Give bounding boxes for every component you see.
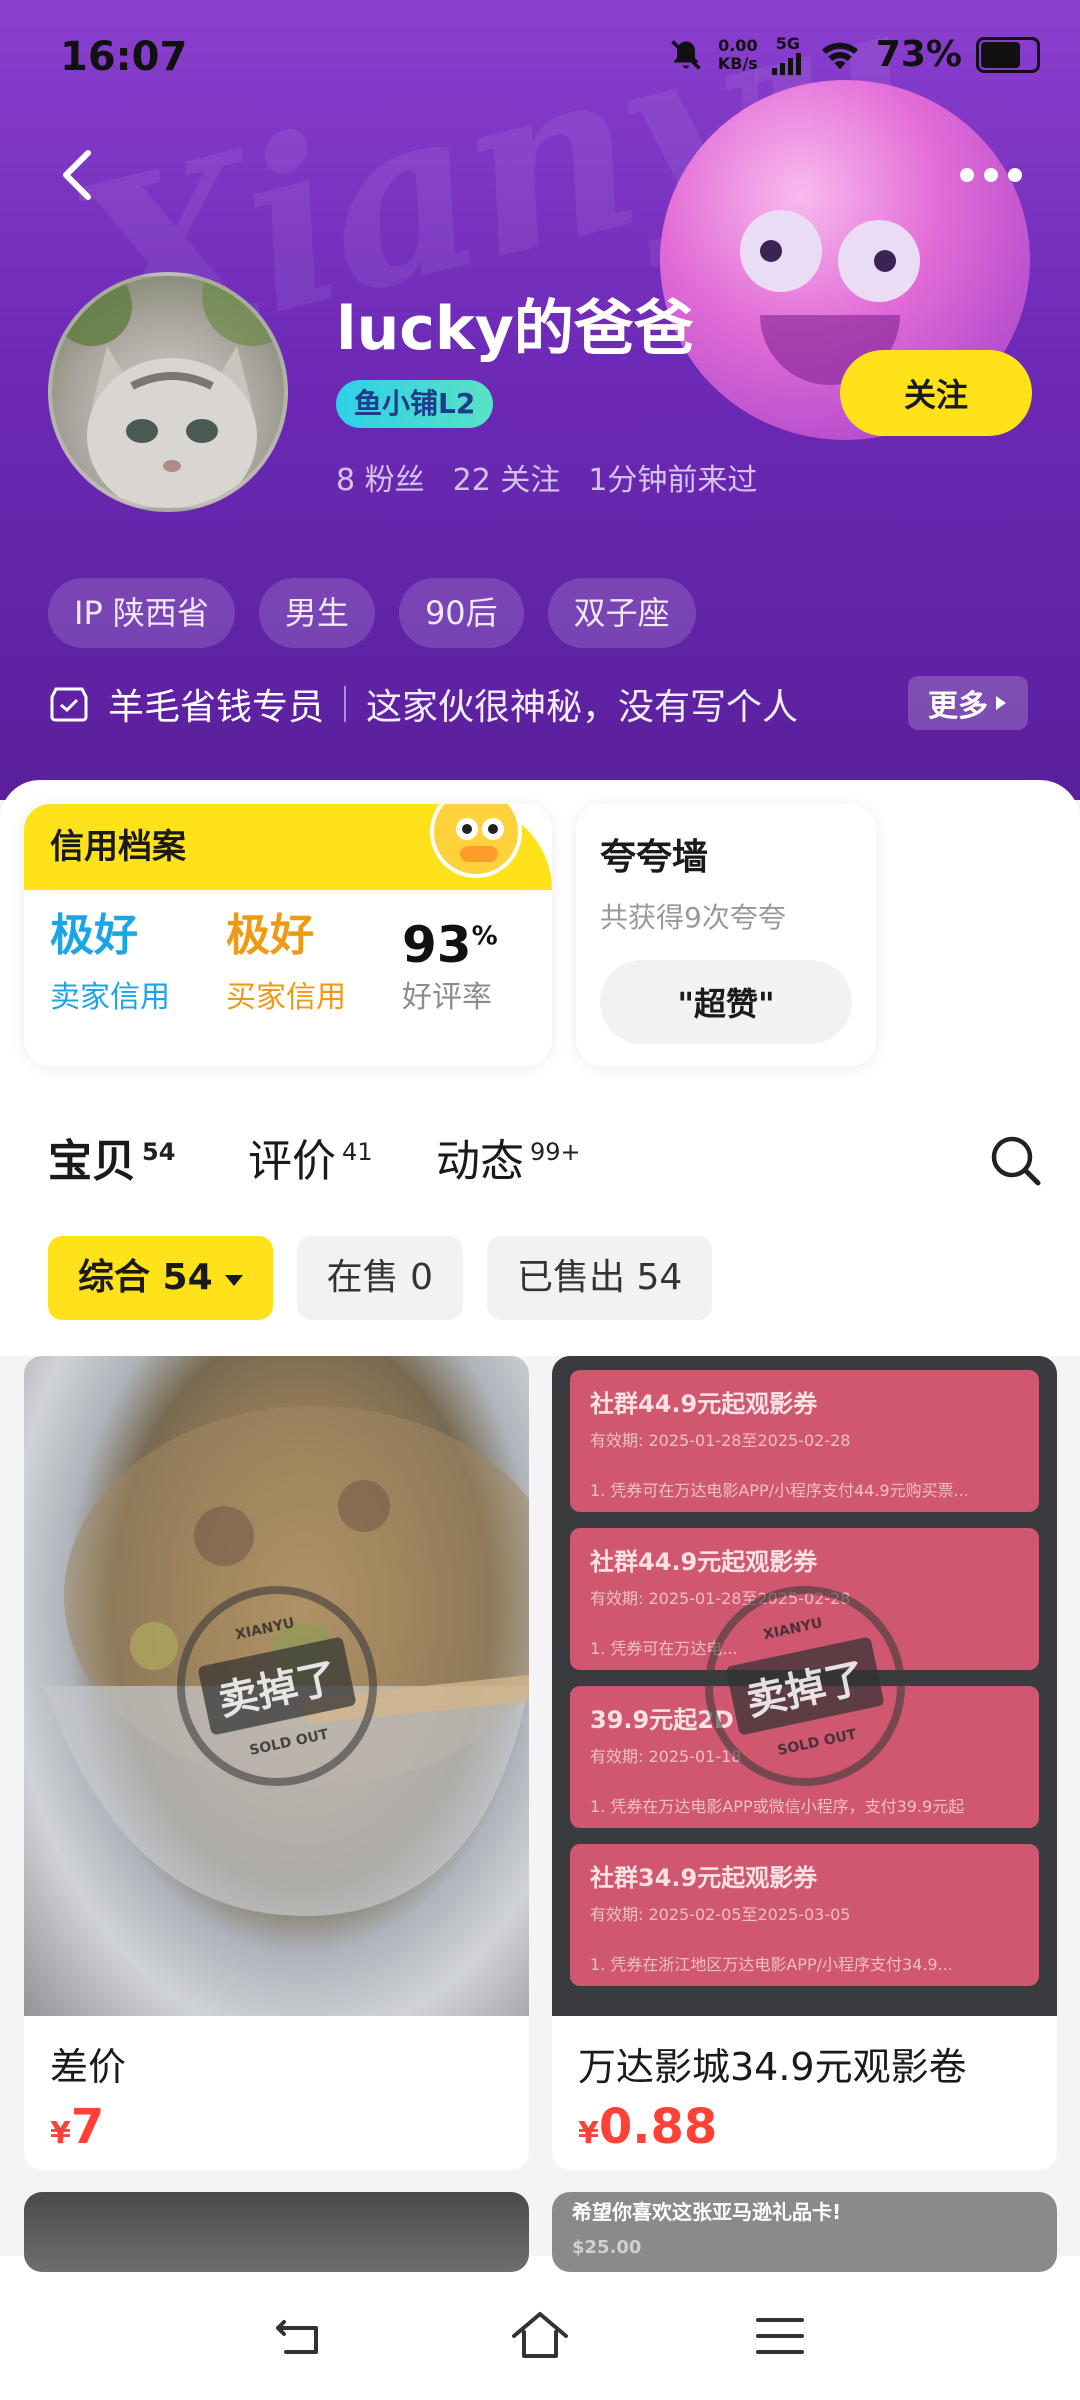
- listing-card[interactable]: XIANYU 卖掉了 SOLD OUT 差价 ¥7: [24, 1356, 529, 2170]
- shop-level-badge[interactable]: 鱼小铺L2: [336, 380, 494, 428]
- search-icon[interactable]: [988, 1133, 1044, 1189]
- listing-grid: XIANYU 卖掉了 SOLD OUT 差价 ¥7 社群44.9元起观影券 有效…: [0, 1356, 1080, 2272]
- signal-icon: [771, 53, 801, 75]
- mascot-eye-right: [838, 220, 920, 302]
- tab-activity[interactable]: 动态 99+: [436, 1125, 581, 1189]
- bio-text: 这家伙很神秘，没有写个人: [366, 687, 799, 728]
- listing-image: [24, 2192, 529, 2272]
- bio-more-button[interactable]: 更多: [908, 676, 1028, 730]
- following-count[interactable]: 22 关注: [453, 455, 561, 499]
- listing-card[interactable]: [24, 2192, 529, 2272]
- listing-title: 万达影城34.9元观影卷: [578, 2045, 967, 2089]
- kudos-chip: "超赞": [600, 960, 852, 1044]
- last-seen: 1分钟前来过: [588, 463, 758, 498]
- wifi-icon: [821, 42, 858, 69]
- user-name: lucky的爸爸: [336, 294, 694, 364]
- battery-icon: [976, 36, 1040, 73]
- back-arrow-icon[interactable]: [52, 145, 112, 205]
- divider: [344, 686, 347, 722]
- listing-image: 希望你喜欢这张亚马逊礼品卡! $25.00: [552, 2192, 1057, 2272]
- nav-home-icon[interactable]: [510, 2306, 570, 2366]
- mute-bell-icon: [671, 39, 701, 70]
- listing-title: 差价: [50, 2045, 127, 2089]
- tag-age: 90后: [398, 578, 524, 648]
- listing-card[interactable]: 希望你喜欢这张亚马逊礼品卡! $25.00: [552, 2192, 1057, 2272]
- kudos-subtitle: 共获得9次夸夸: [600, 901, 786, 934]
- user-title: 羊毛省钱专员: [108, 687, 325, 728]
- bio-row: 羊毛省钱专员 这家伙很神秘，没有写个人 更多: [48, 676, 1028, 732]
- nav-back-icon[interactable]: [270, 2306, 330, 2366]
- buyer-credit: 极好 买家信用: [226, 910, 346, 1015]
- kudos-title: 夸夸墙: [600, 837, 709, 878]
- tab-reviews[interactable]: 评价 41: [248, 1125, 373, 1189]
- cat-avatar-image: [52, 276, 284, 508]
- profile-stats: 8 粉丝 22 关注 1分钟前来过: [336, 455, 757, 499]
- network-type: 5G: [775, 34, 800, 53]
- kudos-wall-card[interactable]: 夸夸墙 共获得9次夸夸 "超赞": [576, 804, 876, 1066]
- tab-bar: 宝贝 54 评价 41 动态 99+: [48, 1125, 1048, 1205]
- credit-card[interactable]: 信用档案 极好 卖家信用 极好 买家信用 93% 好评率: [24, 804, 552, 1066]
- content-panel: 信用档案 极好 卖家信用 极好 买家信用 93% 好评率 夸夸墙 共获得9次夸夸…: [0, 780, 1080, 2272]
- listing-image: XIANYU 卖掉了 SOLD OUT: [24, 1356, 529, 2016]
- tag-ip: IP 陕西省: [48, 578, 235, 648]
- rating: 93% 好评率: [402, 915, 498, 1015]
- profile-tags: IP 陕西省 男生 90后 双子座: [48, 578, 696, 648]
- filter-row: 综合 54 在售 0 已售出 54: [48, 1236, 713, 1320]
- filter-sold[interactable]: 已售出 54: [487, 1236, 713, 1320]
- listing-price: ¥0.88: [578, 2099, 718, 2155]
- status-bar: 16:07 0.00 KB/s 5G 73%: [0, 0, 1080, 110]
- listing-card[interactable]: 社群44.9元起观影券 有效期: 2025-01-28至2025-02-28 1…: [552, 1356, 1057, 2170]
- mascot-eye-left: [740, 210, 822, 292]
- badge-shield-icon: [50, 687, 88, 722]
- system-nav-bar: [0, 2272, 1080, 2400]
- follow-button[interactable]: 关注: [840, 350, 1032, 436]
- triangle-right-icon: [996, 696, 1006, 710]
- tag-zodiac: 双子座: [547, 578, 696, 648]
- tag-gender: 男生: [258, 578, 375, 648]
- net-speed: 0.00 KB/s: [717, 35, 758, 73]
- filter-on-sale[interactable]: 在售 0: [296, 1236, 463, 1320]
- nav-menu-icon[interactable]: [750, 2306, 810, 2366]
- fans-count[interactable]: 8 粉丝: [336, 455, 425, 499]
- listing-price: ¥7: [50, 2099, 105, 2155]
- filter-all[interactable]: 综合 54: [48, 1236, 273, 1320]
- profile-header: Xianyu 16:07 0.00 KB/s 5G 73% lucky的爸爸 鱼…: [0, 0, 1080, 800]
- seller-credit: 极好 卖家信用: [50, 910, 170, 1015]
- avatar[interactable]: [48, 272, 288, 512]
- status-time: 16:07: [60, 34, 188, 80]
- listing-image: 社群44.9元起观影券 有效期: 2025-01-28至2025-02-28 1…: [552, 1356, 1057, 2016]
- dropdown-caret-icon: [224, 1274, 243, 1286]
- more-options-icon[interactable]: [960, 160, 1030, 190]
- tab-items[interactable]: 宝贝 54: [48, 1125, 175, 1189]
- battery-percent: 73%: [875, 34, 962, 75]
